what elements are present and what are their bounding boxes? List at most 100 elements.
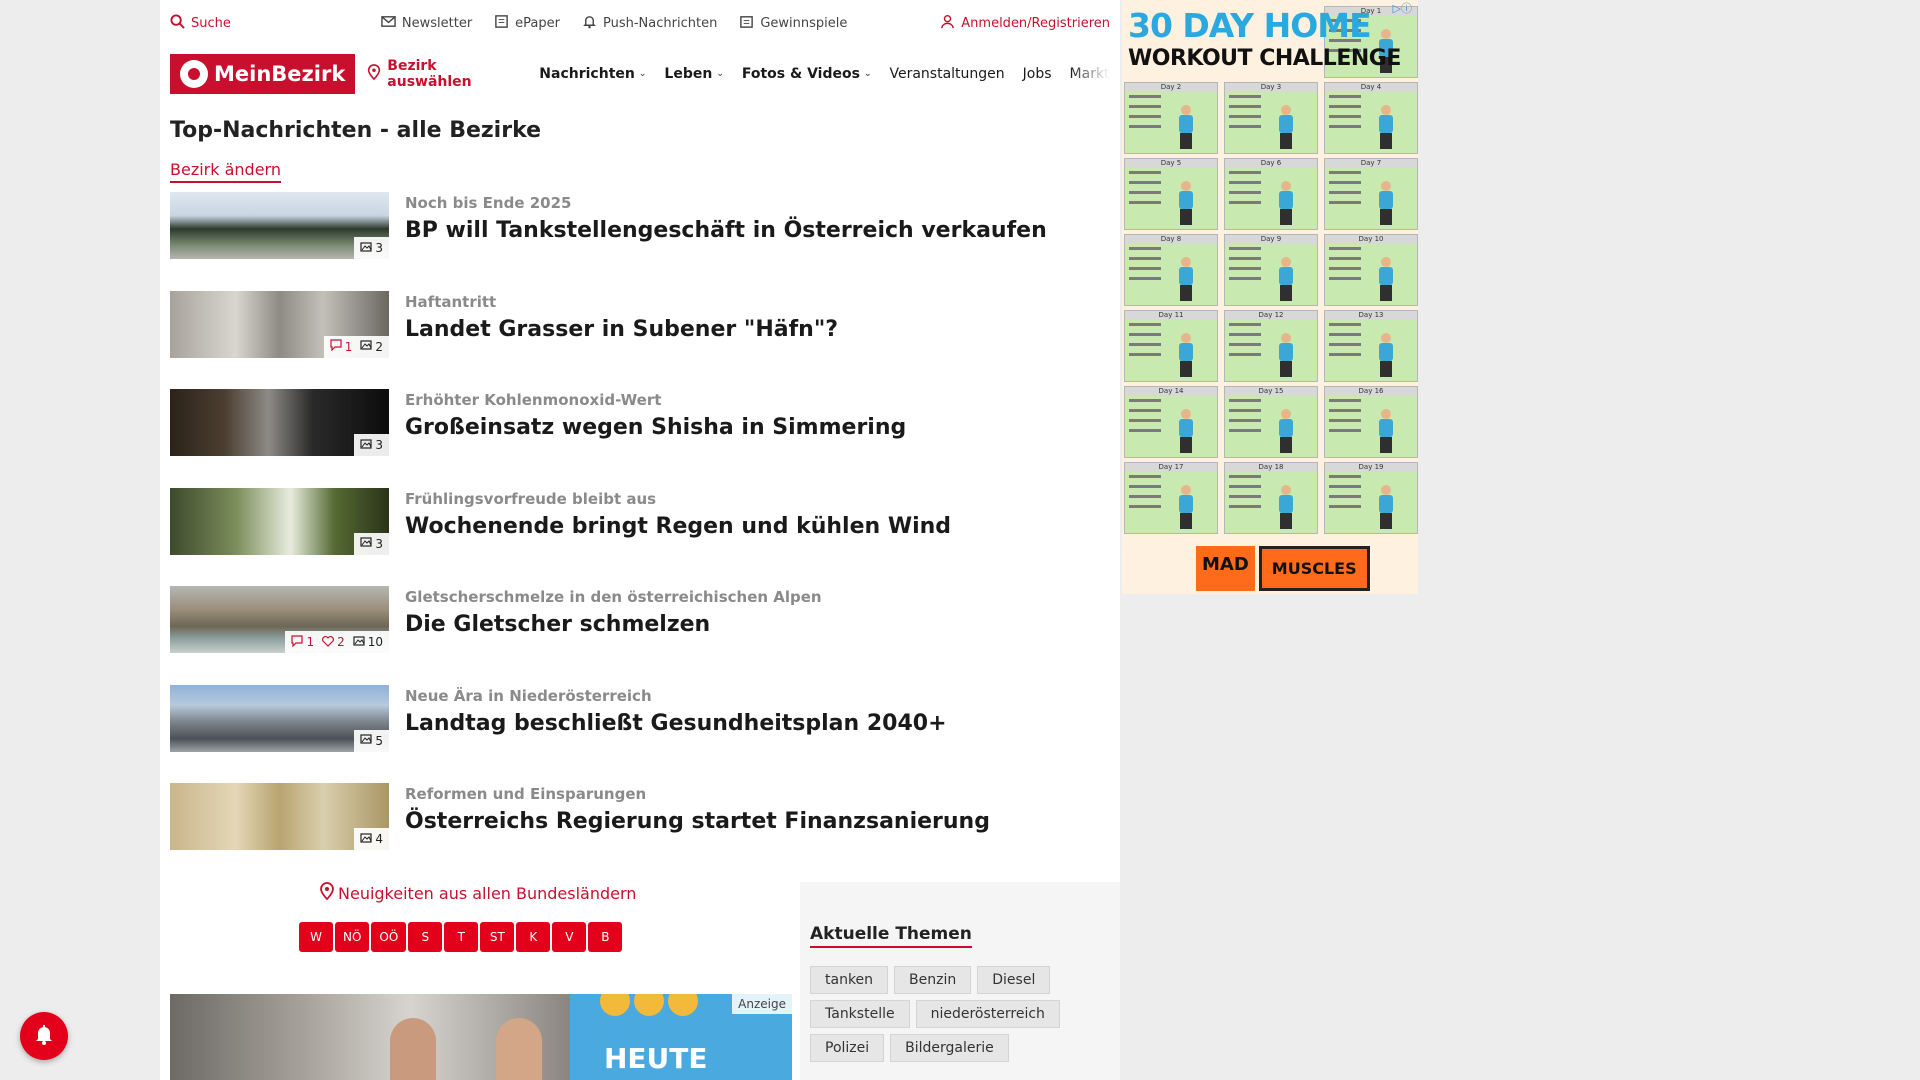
- meal-line: [1229, 323, 1261, 326]
- meal-line: [1329, 323, 1361, 326]
- image-icon: [360, 241, 372, 256]
- gewinnspiele-link[interactable]: Gewinnspiele: [739, 14, 847, 33]
- news-thumbnail[interactable]: 3: [170, 487, 389, 555]
- state-button[interactable]: OÖ: [371, 922, 407, 952]
- nav-item-label: Fotos & Videos: [741, 66, 860, 82]
- news-headline[interactable]: Landtag beschließt Gesundheitsplan 2040+: [405, 711, 947, 736]
- topic-tag[interactable]: tanken: [810, 966, 889, 994]
- sponsored-card[interactable]: HEUTE Anzeige: [170, 994, 792, 1080]
- state-button[interactable]: NÖ: [335, 922, 370, 952]
- news-item[interactable]: 3 Noch bis Ende 2025 BP will Tankstellenge…: [170, 192, 1110, 291]
- change-bezirk-link[interactable]: Bezirk ändern: [170, 160, 281, 183]
- image-count: 5: [360, 733, 383, 748]
- news-thumbnail[interactable]: 4: [170, 783, 389, 850]
- news-thumbnail[interactable]: 1 2 10: [170, 586, 389, 653]
- state-button[interactable]: V: [552, 922, 587, 952]
- day-body: [1129, 399, 1213, 453]
- news-thumbnail[interactable]: 3: [170, 192, 389, 259]
- meal-line: [1329, 181, 1361, 184]
- topic-tag[interactable]: Bildergalerie: [890, 1034, 1009, 1062]
- day-label: Day 17: [1125, 463, 1217, 472]
- meal-line: [1129, 201, 1161, 204]
- day-body: [1129, 247, 1213, 301]
- news-headline[interactable]: Österreichs Regierung startet Finanzsani…: [405, 809, 990, 834]
- topic-tag[interactable]: Polizei: [810, 1034, 885, 1062]
- exercise-figure-icon: [1369, 257, 1405, 303]
- brand-muscles: MUSCLES: [1258, 546, 1370, 591]
- topic-tag[interactable]: Benzin: [894, 966, 972, 994]
- meal-line: [1229, 505, 1261, 508]
- meal-line: [1329, 353, 1361, 356]
- nav-item-nachrichten[interactable]: Nachrichten ⌄: [539, 66, 646, 82]
- ad-label: Anzeige: [732, 994, 792, 1014]
- epaper-link[interactable]: ePaper: [494, 14, 560, 33]
- day-body: [1229, 95, 1313, 149]
- comment-count: 1: [330, 339, 352, 354]
- news-item[interactable]: 5 Neue Ära in Niederösterreich Landtag bes…: [170, 684, 1110, 784]
- bezirk-select-label: Bezirk auswählen: [387, 58, 472, 90]
- newsletter-link[interactable]: Newsletter: [381, 14, 472, 33]
- ad-choices-icon[interactable]: ▷ⓘ: [1393, 0, 1412, 16]
- login-link[interactable]: Anmelden/Registrieren: [940, 14, 1110, 33]
- topic-tag[interactable]: Tankstelle: [810, 1000, 910, 1028]
- news-kicker: Neue Ära in Niederösterreich: [405, 686, 652, 705]
- day-label: Day 15: [1225, 387, 1317, 396]
- comment-count-value: 1: [306, 635, 315, 649]
- notification-bell-button[interactable]: [20, 1012, 68, 1060]
- nav-item-veranstaltungen[interactable]: Veranstaltungen: [889, 66, 1004, 82]
- state-button[interactable]: T: [444, 922, 479, 952]
- state-button[interactable]: ST: [480, 922, 515, 952]
- person-image: [496, 1018, 542, 1080]
- image-icon: [360, 832, 372, 847]
- meal-line: [1329, 399, 1361, 402]
- comment-count: 1: [291, 634, 315, 650]
- image-count: 2: [360, 339, 383, 354]
- topic-tag[interactable]: niederösterreich: [915, 1000, 1060, 1028]
- meal-line: [1129, 191, 1161, 194]
- push-link[interactable]: Push-Nachrichten: [582, 14, 717, 33]
- topic-tag[interactable]: Diesel: [977, 966, 1051, 994]
- news-item[interactable]: 1 2 10 Gletscherschmelze in den österreichi…: [170, 586, 1110, 685]
- workout-day-card: Day 16: [1324, 386, 1418, 458]
- nav-item-jobs[interactable]: Jobs: [1023, 66, 1052, 82]
- day-body: [1329, 399, 1413, 453]
- skyscraper-ad[interactable]: Day 1 Day 2 Day 3 Day 4 Day 5 Day 6 Day 7 Day 8…: [1122, 0, 1418, 594]
- news-headline[interactable]: Landet Grasser in Subener "Häfn"?: [405, 317, 838, 342]
- meal-line: [1229, 247, 1261, 250]
- state-button[interactable]: B: [588, 922, 623, 952]
- news-thumbnail[interactable]: 3: [170, 389, 389, 456]
- exercise-figure-icon: [1269, 257, 1305, 303]
- mail-icon: [381, 14, 396, 33]
- news-headline[interactable]: Wochenende bringt Regen und kühlen Wind: [405, 514, 951, 539]
- news-thumbnail[interactable]: 5: [170, 684, 389, 752]
- bezirk-select-button[interactable]: Bezirk auswählen: [367, 58, 523, 90]
- meal-line: [1129, 343, 1161, 346]
- logo-text: MeinBezirk: [214, 62, 346, 86]
- meal-line: [1229, 399, 1261, 402]
- brand-logo: MAD MUSCLES: [1196, 546, 1370, 591]
- workout-day-card: Day 2: [1124, 82, 1218, 154]
- all-states-link[interactable]: Neuigkeiten aus allen Bundesländern: [320, 882, 636, 904]
- news-headline[interactable]: BP will Tankstellengeschäft in Österreic…: [405, 218, 1047, 243]
- news-thumbnail[interactable]: 12: [170, 290, 389, 358]
- state-button[interactable]: S: [408, 922, 443, 952]
- state-button[interactable]: K: [516, 922, 551, 952]
- news-item[interactable]: 1 2 Haftantritt Landet Grasser in Subener "…: [170, 290, 1110, 390]
- news-headline[interactable]: Großeinsatz wegen Shisha in Simmering: [405, 415, 906, 440]
- news-item[interactable]: 3 Erhöhter Kohlenmonoxid-Wert Großeinsatz …: [170, 389, 1110, 488]
- site-logo[interactable]: MeinBezirk: [170, 54, 356, 94]
- state-button[interactable]: W: [299, 922, 333, 952]
- image-count: 4: [360, 832, 383, 847]
- nav-item-leben[interactable]: Leben ⌄: [664, 66, 723, 82]
- day-body: [1229, 247, 1313, 301]
- nav-item-fotos-videos[interactable]: Fotos & Videos ⌄: [742, 66, 872, 82]
- exercise-figure-icon: [1369, 181, 1405, 227]
- meal-line: [1329, 505, 1361, 508]
- news-headline[interactable]: Die Gletscher schmelzen: [405, 612, 822, 637]
- meal-line: [1129, 399, 1161, 402]
- meal-line: [1129, 323, 1161, 326]
- news-item[interactable]: 3 Frühlingsvorfreude bleibt aus Wochenende…: [170, 487, 1110, 587]
- search-link[interactable]: Suche: [170, 13, 231, 33]
- exercise-figure-icon: [1169, 105, 1205, 151]
- news-item[interactable]: 4 Reformen und Einsparungen Österreichs Re…: [170, 783, 1110, 882]
